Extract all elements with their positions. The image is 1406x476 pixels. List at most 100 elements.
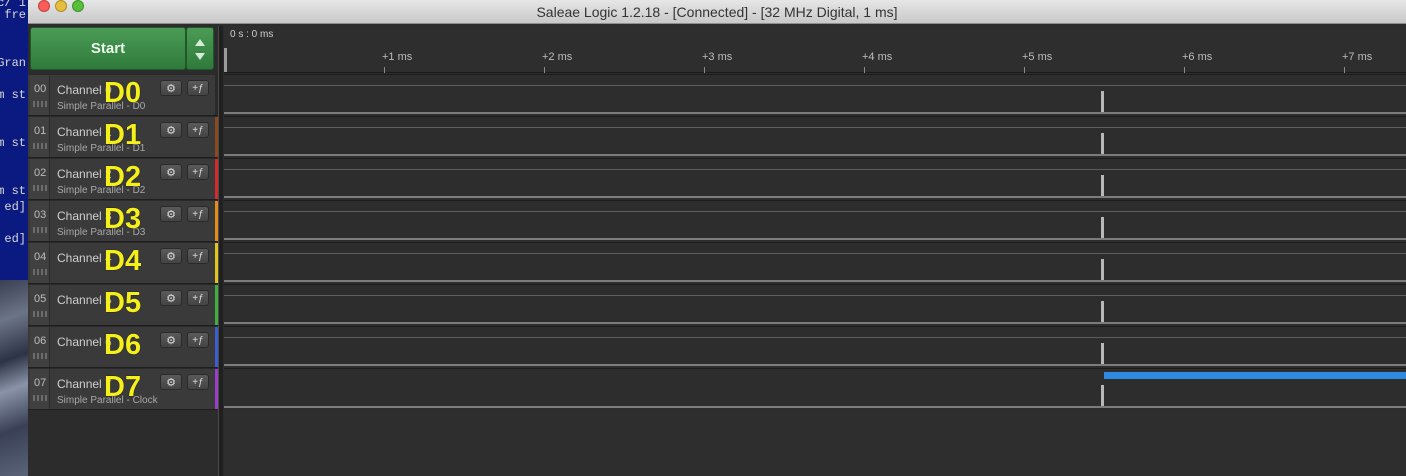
waveform-trace (224, 127, 1406, 128)
channel-row-2: 02 Channel 2 Simple Parallel - D2 ⚙ +ƒ D… (28, 158, 218, 200)
gear-icon: ⚙ (166, 208, 176, 221)
channel-trigger-button[interactable]: +ƒ (187, 206, 209, 222)
drag-handle-icon[interactable] (33, 395, 47, 401)
channel-settings-button[interactable]: ⚙ (160, 290, 182, 306)
trigger-edge-icon: +ƒ (192, 166, 204, 178)
channel-row-7: 07 Channel 7 Simple Parallel - Clock ⚙ +… (28, 368, 218, 410)
channel-trigger-button[interactable]: +ƒ (187, 332, 209, 348)
time-tick-label: +3 ms (702, 51, 733, 63)
time-tick-label: +5 ms (1022, 51, 1053, 63)
waveform-pulse (1101, 133, 1104, 154)
channel-row-4: 04 Channel 4 ⚙ +ƒ D4 (28, 242, 218, 284)
terminal-line: ed] (4, 200, 26, 214)
channel-number-box: 06 (30, 327, 50, 367)
gear-icon: ⚙ (166, 82, 176, 95)
channel-settings-button[interactable]: ⚙ (160, 248, 182, 264)
channel-row-0: 00 Channel 0 Simple Parallel - D0 ⚙ +ƒ D… (28, 74, 218, 116)
trigger-edge-icon: +ƒ (192, 124, 204, 136)
waveform-row-3[interactable] (224, 200, 1406, 242)
waveform-row-7[interactable] (224, 368, 1406, 410)
chevron-up-icon[interactable] (195, 39, 205, 46)
terminal-line: Gran (0, 56, 26, 70)
waveform-row-5[interactable] (224, 284, 1406, 326)
time-tick-mark (704, 67, 705, 73)
time-tick-mark (384, 67, 385, 73)
time-tick-label: +6 ms (1182, 51, 1213, 63)
drag-handle-icon[interactable] (33, 185, 47, 191)
channel-number-box: 04 (30, 243, 50, 283)
time-origin-label: 0 s : 0 ms (230, 29, 274, 40)
waveform-trace (224, 238, 1406, 240)
channel-trigger-button[interactable]: +ƒ (187, 164, 209, 180)
waveform-trace (224, 169, 1406, 170)
terminal-line: m st (0, 88, 26, 102)
time-ruler[interactable]: 0 s : 0 ms +1 ms +2 ms +3 ms +4 ms +5 ms… (224, 26, 1406, 73)
channel-settings-button[interactable]: ⚙ (160, 80, 182, 96)
start-button[interactable]: Start (30, 27, 186, 70)
panel-splitter[interactable] (218, 26, 223, 476)
channel-trigger-button[interactable]: +ƒ (187, 290, 209, 306)
waveform-pulse (1101, 343, 1104, 364)
waveform-row-0[interactable] (224, 74, 1406, 116)
waveform-empty-area (224, 410, 1406, 476)
waveform-pulse (1101, 259, 1104, 280)
channel-settings-button[interactable]: ⚙ (160, 164, 182, 180)
channel-number-box: 05 (30, 285, 50, 325)
gear-icon: ⚙ (166, 250, 176, 263)
channel-settings-button[interactable]: ⚙ (160, 332, 182, 348)
waveform-trace (224, 211, 1406, 212)
waveform-trace (224, 253, 1406, 254)
channel-number: 05 (34, 293, 47, 305)
gear-icon: ⚙ (166, 376, 176, 389)
window-title: Saleae Logic 1.2.18 - [Connected] - [32 … (536, 4, 898, 20)
waveform-row-1[interactable] (224, 116, 1406, 158)
channel-overlay-label: D3 (104, 203, 142, 235)
drag-handle-icon[interactable] (33, 269, 47, 275)
waveform-pulse (1101, 91, 1104, 112)
channel-trigger-button[interactable]: +ƒ (187, 122, 209, 138)
channel-number-box: 01 (30, 117, 50, 157)
channel-settings-button[interactable]: ⚙ (160, 374, 182, 390)
channel-settings-button[interactable]: ⚙ (160, 122, 182, 138)
time-tick-label: +2 ms (542, 51, 573, 63)
waveform-pulse (1101, 385, 1104, 406)
channel-number: 07 (34, 377, 47, 389)
start-options-stepper[interactable] (186, 27, 214, 70)
trigger-edge-icon: +ƒ (192, 82, 204, 94)
drag-handle-icon[interactable] (33, 311, 47, 317)
waveform-trace (224, 364, 1406, 366)
gear-icon: ⚙ (166, 334, 176, 347)
gear-icon: ⚙ (166, 292, 176, 305)
channel-trigger-button[interactable]: +ƒ (187, 80, 209, 96)
trigger-edge-icon: +ƒ (192, 334, 204, 346)
channel-number-box: 02 (30, 159, 50, 199)
desktop-wallpaper (0, 280, 28, 476)
channel-trigger-button[interactable]: +ƒ (187, 374, 209, 390)
channel-settings-button[interactable]: ⚙ (160, 206, 182, 222)
channel-row-5: 05 Channel 5 ⚙ +ƒ D5 (28, 284, 218, 326)
channel-row-3: 03 Channel 3 Simple Parallel - D3 ⚙ +ƒ D… (28, 200, 218, 242)
channel-number: 04 (34, 251, 47, 263)
waveform-trace (224, 322, 1406, 324)
drag-handle-icon[interactable] (33, 101, 47, 107)
drag-handle-icon[interactable] (33, 143, 47, 149)
waveform-row-2[interactable] (224, 158, 1406, 200)
waveform-trace (224, 196, 1406, 198)
drag-handle-icon[interactable] (33, 227, 47, 233)
channel-number-box: 00 (30, 75, 50, 115)
waveform-pulse (1101, 301, 1104, 322)
time-tick-mark (544, 67, 545, 73)
chevron-down-icon[interactable] (195, 53, 205, 60)
channel-overlay-label: D5 (104, 287, 142, 319)
waveform-row-4[interactable] (224, 242, 1406, 284)
waveform-row-6[interactable] (224, 326, 1406, 368)
channel-trigger-button[interactable]: +ƒ (187, 248, 209, 264)
waveform-trace (224, 406, 1406, 408)
timeline-cursor[interactable] (224, 48, 227, 72)
title-bar: Saleae Logic 1.2.18 - [Connected] - [32 … (28, 0, 1406, 24)
trigger-edge-icon: +ƒ (192, 208, 204, 220)
trigger-edge-icon: +ƒ (192, 376, 204, 388)
drag-handle-icon[interactable] (33, 353, 47, 359)
time-tick-label: +7 ms (1342, 51, 1373, 63)
waveform-trace (224, 337, 1406, 338)
